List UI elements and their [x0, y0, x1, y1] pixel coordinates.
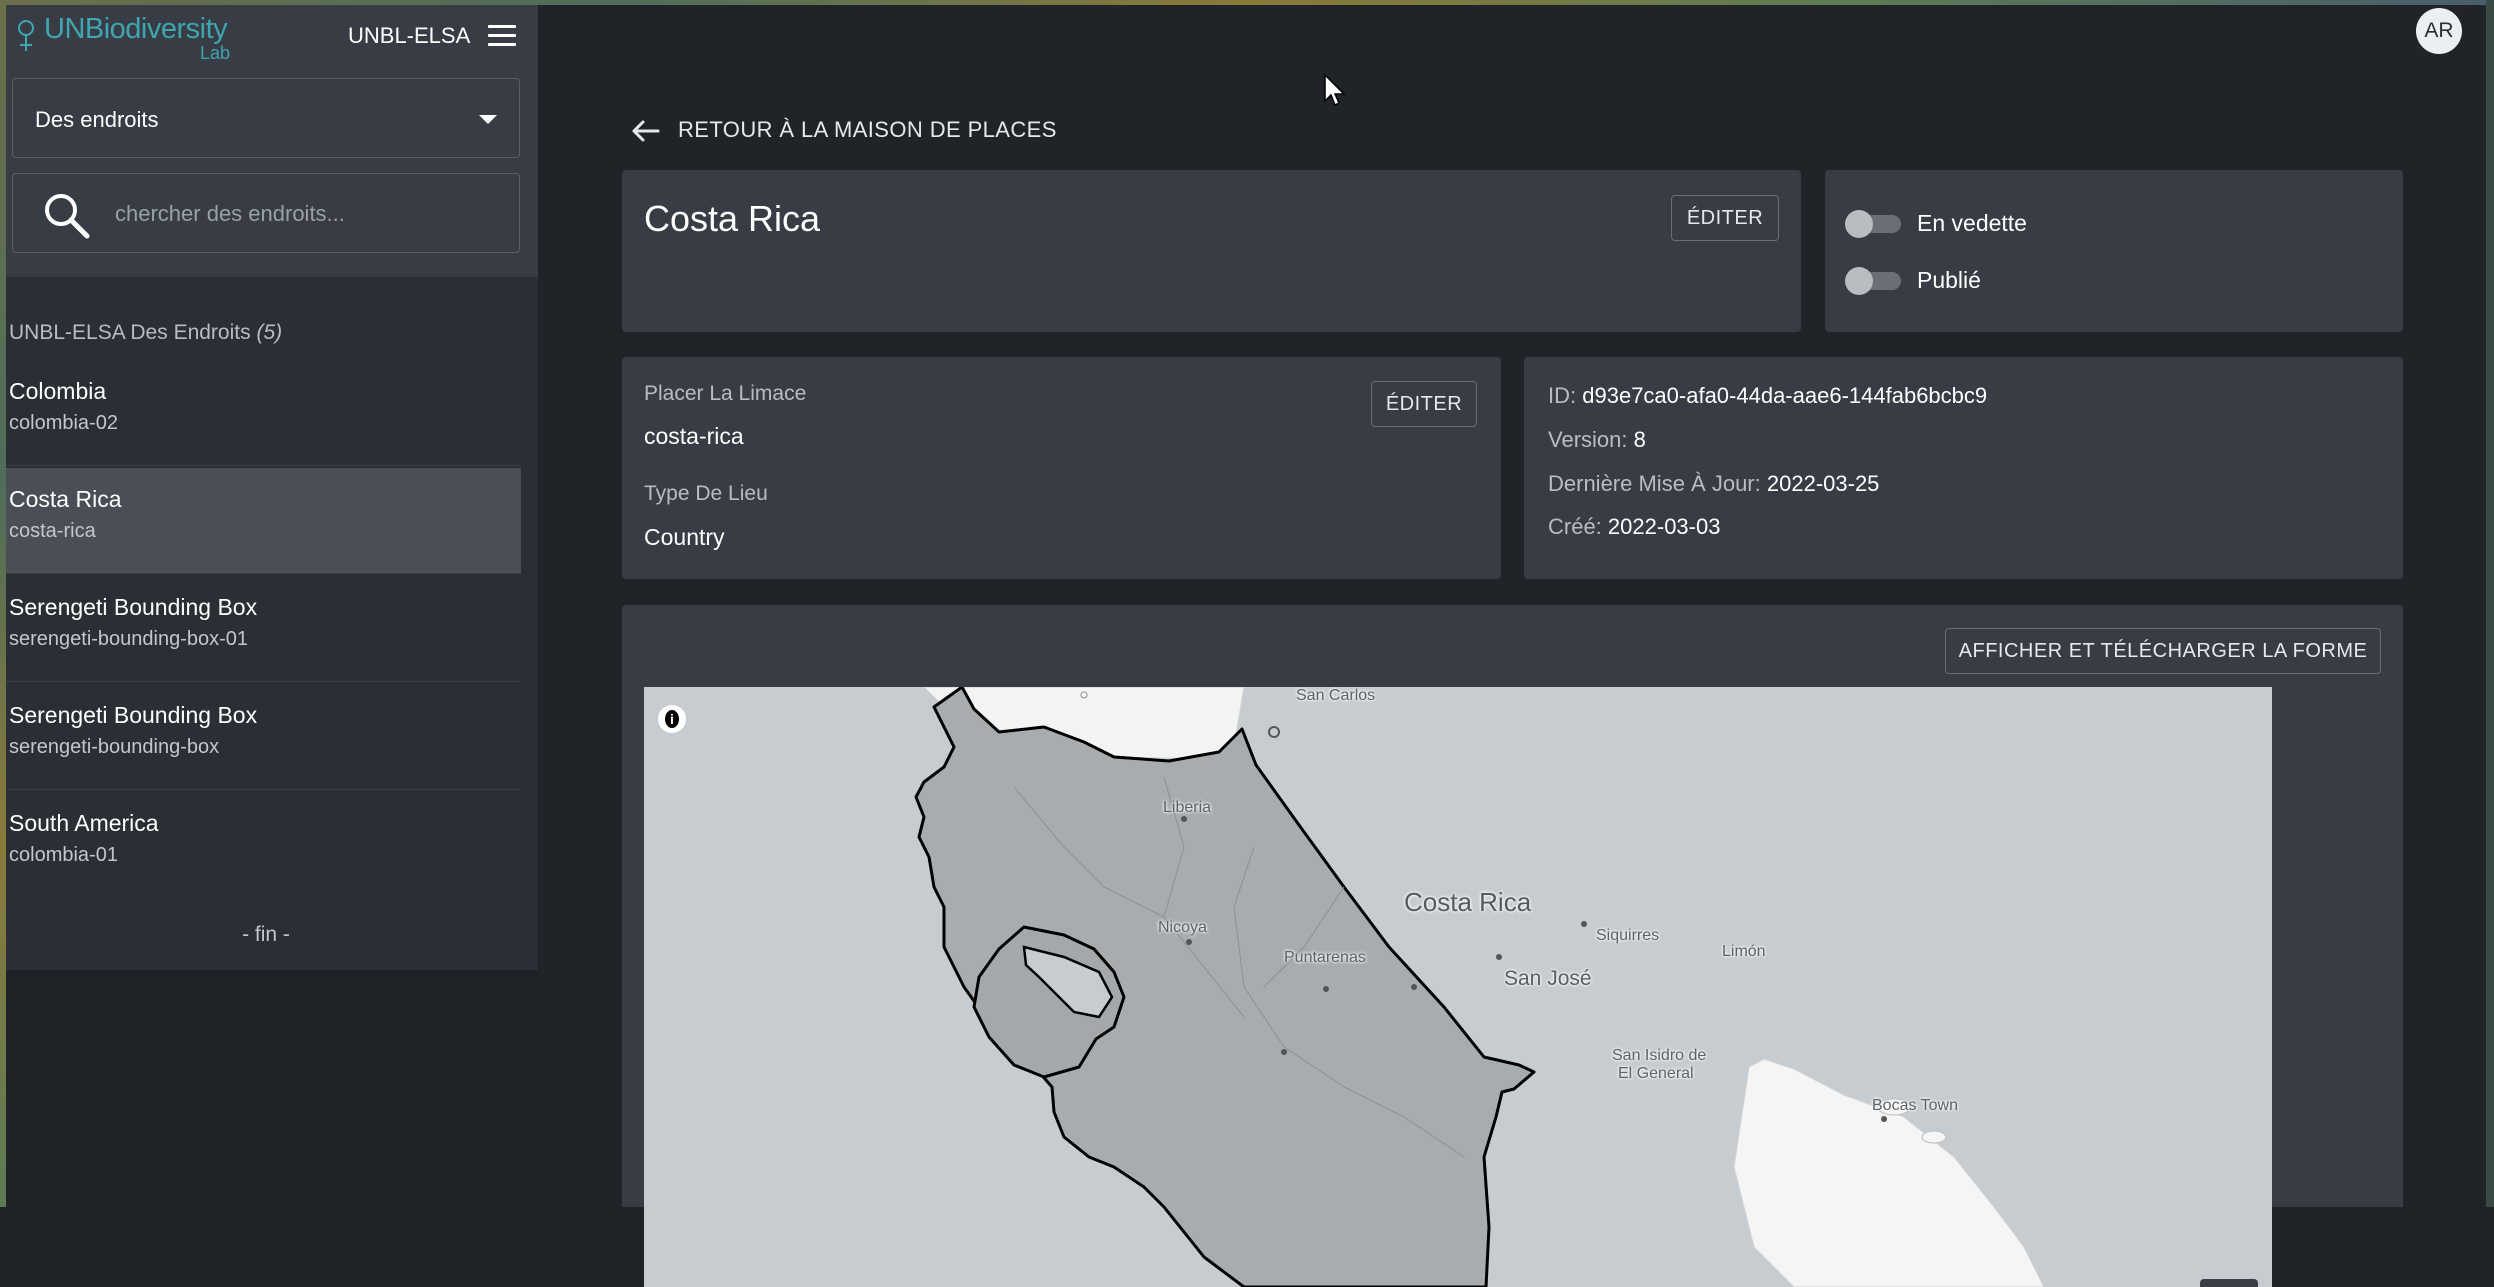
list-item-slug: serengeti-bounding-box [9, 736, 220, 758]
map-label-capital: San José [1504, 967, 1592, 990]
list-count: (5) [256, 321, 283, 344]
list-end-marker: - fin - [242, 923, 290, 946]
list-item-slug: colombia-02 [9, 412, 118, 434]
status-card: En vedette Publié [1825, 170, 2403, 332]
list-item-title: Serengeti Bounding Box [9, 594, 258, 620]
slug-value: costa-rica [644, 423, 744, 449]
map-info-icon[interactable]: i [658, 705, 686, 733]
map-card: AFFICHER ET TÉLÉCHARGER LA FORME i San C… [622, 605, 2403, 1287]
dropdown-arrow-icon [479, 115, 497, 124]
published-toggle[interactable] [1845, 261, 1901, 297]
map-label-place: Bocas Town [1872, 1097, 1958, 1114]
list-item-slug: serengeti-bounding-box-01 [9, 628, 249, 650]
list-title: UNBL-ELSA Des Endroits [9, 321, 251, 344]
list-item-title: Costa Rica [9, 486, 122, 512]
created-value: 2022-03-03 [1607, 514, 1721, 539]
map-label-place: Limón [1722, 943, 1766, 960]
search-input[interactable] [113, 194, 497, 234]
map-canvas [914, 687, 2045, 1287]
show-download-shape-button[interactable]: AFFICHER ET TÉLÉCHARGER LA FORME [1945, 628, 2381, 674]
list-item-title: Serengeti Bounding Box [9, 702, 258, 728]
app-logo[interactable]: UNBiodiversity Lab [16, 13, 246, 63]
metadata-card: ID: d93e7ca0-afa0-44da-aae6-144fab6bcbc9… [1524, 357, 2403, 579]
list-item-slug: colombia-01 [9, 844, 118, 866]
map-label-place: Siquirres [1596, 927, 1660, 944]
logo-text: UNBiodiversity [44, 13, 228, 45]
mouse-cursor-icon [1324, 73, 1346, 107]
place-title: Costa Rica [644, 198, 821, 239]
map-label-place: Liberia [1163, 799, 1212, 816]
map-zoom-control[interactable] [2200, 1279, 2258, 1287]
menu-icon[interactable] [488, 25, 516, 49]
map-label-place: El General [1618, 1065, 1694, 1082]
list-item-title: Colombia [9, 378, 107, 404]
type-label: Type De Lieu [644, 482, 768, 505]
list-item[interactable]: Costa Rica costa-rica [6, 468, 521, 574]
meta-created: Créé: 2022-03-03 [1548, 514, 1721, 539]
sidebar-header: UNBiodiversity Lab UNBL-ELSA Des endroit… [6, 5, 538, 277]
list-item[interactable]: Colombia colombia-02 [6, 360, 521, 466]
featured-label: En vedette [1917, 210, 2027, 236]
featured-toggle[interactable] [1845, 204, 1901, 240]
list-item[interactable]: South America colombia-01 [6, 792, 521, 898]
search-icon [45, 194, 90, 239]
id-value: d93e7ca0-afa0-44da-aae6-144fab6bcbc9 [1582, 383, 1988, 408]
list-item-slug: costa-rica [9, 520, 96, 542]
map-label-place: San Carlos [1296, 687, 1376, 704]
list-item[interactable]: Serengeti Bounding Box serengeti-boundin… [6, 576, 521, 682]
meta-id: ID: d93e7ca0-afa0-44da-aae6-144fab6bcbc9 [1548, 383, 1988, 408]
sidebar: UNBiodiversity Lab UNBL-ELSA Des endroit… [6, 5, 538, 970]
back-link-label: RETOUR À LA MAISON DE PLACES [678, 117, 1057, 142]
list-header: UNBL-ELSA Des Endroits (5) [9, 321, 282, 345]
map-label-place: Puntarenas [1284, 949, 1366, 966]
edit-title-button[interactable]: ÉDITER [1671, 195, 1779, 241]
select-value: Des endroits [35, 107, 159, 132]
search-field [12, 173, 520, 253]
logo-icon [18, 20, 34, 51]
map-label-place: San Isidro de [1612, 1047, 1707, 1064]
map-label-place: Nicoya [1158, 919, 1207, 936]
user-avatar[interactable]: AR [2416, 8, 2462, 54]
places-list: UNBL-ELSA Des Endroits (5) Colombia colo… [6, 285, 538, 905]
arrow-left-icon [632, 120, 660, 142]
map-view[interactable]: i San Carlos Liberia Nicoya Puntarenas S… [644, 687, 2272, 1287]
meta-updated: Dernière Mise À Jour: 2022-03-25 [1548, 471, 1880, 496]
list-item-title: South America [9, 810, 159, 836]
published-label: Publié [1917, 267, 1981, 293]
edit-slug-button[interactable]: ÉDITER [1371, 381, 1477, 427]
title-card: Costa Rica ÉDITER [622, 170, 1801, 332]
slug-card: Placer La Limace costa-rica Type De Lieu… [622, 357, 1501, 579]
map-label-country: Costa Rica [1404, 887, 1532, 917]
slug-label: Placer La Limace [644, 382, 807, 405]
instance-name: UNBL-ELSA [348, 23, 471, 48]
list-item[interactable]: Serengeti Bounding Box serengeti-boundin… [6, 684, 521, 790]
type-value: Country [644, 524, 725, 550]
content-type-select[interactable]: Des endroits [12, 78, 520, 158]
window-right-edge [2486, 0, 2494, 1207]
updated-value: 2022-03-25 [1766, 471, 1880, 496]
version-value: 8 [1633, 427, 1646, 452]
meta-version: Version: 8 [1548, 427, 1646, 452]
logo-subtext: Lab [200, 43, 231, 63]
